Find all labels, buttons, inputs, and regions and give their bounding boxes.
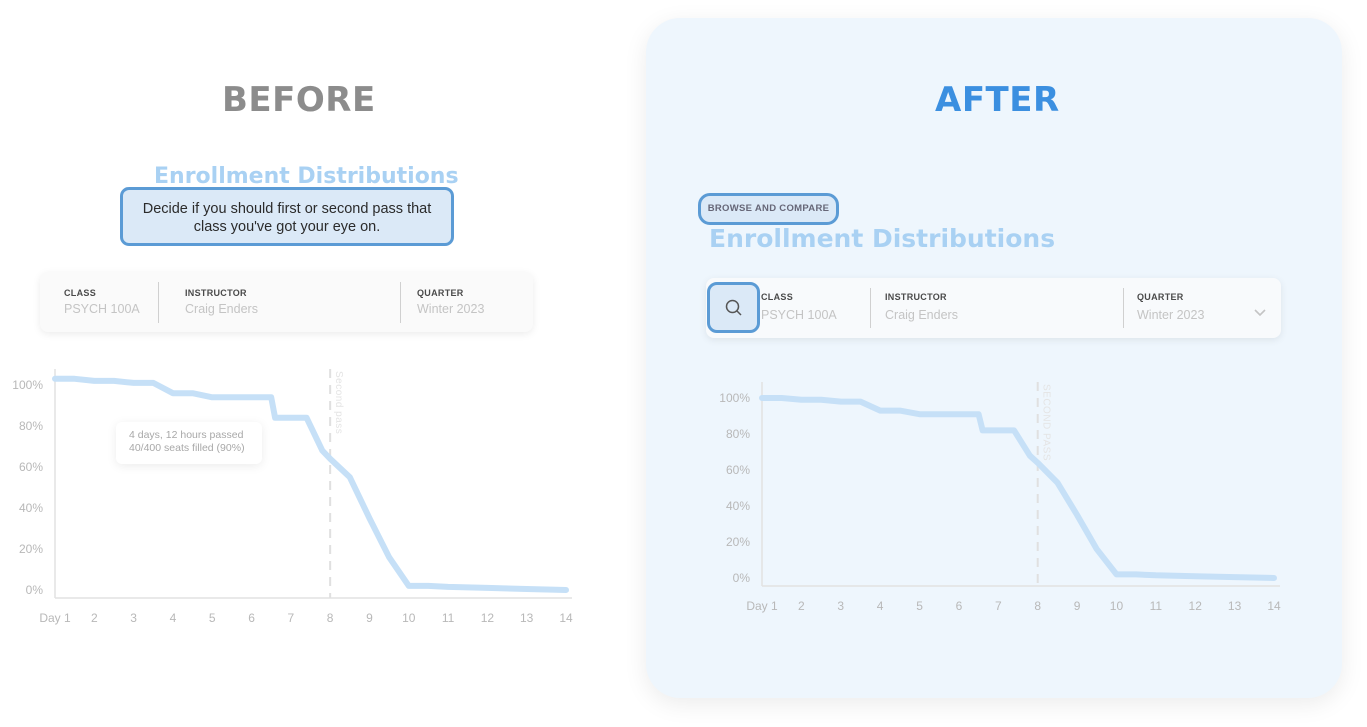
tooltip-seats: 40/400 seats filled (90%) <box>129 442 245 454</box>
instructor-field[interactable]: Craig Enders <box>885 308 958 322</box>
quarter-label: QUARTER <box>1137 292 1184 302</box>
x-tick-label: 6 <box>956 599 963 613</box>
y-tick-label: 20% <box>19 542 43 556</box>
x-tick-label: 13 <box>1228 599 1242 613</box>
filter-divider <box>870 288 871 328</box>
x-tick-label: 2 <box>798 599 805 613</box>
y-tick-label: 80% <box>19 419 43 433</box>
x-tick-label: Day 1 <box>746 599 778 613</box>
quarter-select[interactable]: Winter 2023 <box>1137 308 1204 322</box>
class-label: CLASS <box>761 292 794 302</box>
onboarding-callout: Decide if you should first or second pas… <box>120 187 454 246</box>
y-tick-label: 40% <box>726 499 750 513</box>
x-tick-label: 6 <box>248 611 255 625</box>
tooltip-time: 4 days, 12 hours passed <box>129 429 244 441</box>
instructor-field[interactable]: Craig Enders <box>185 302 258 316</box>
x-tick-label: 3 <box>837 599 844 613</box>
chevron-down-icon[interactable] <box>1253 308 1267 318</box>
x-tick-label: 2 <box>91 611 98 625</box>
second-pass-label: Second pass <box>333 371 344 434</box>
filter-divider <box>1123 288 1124 328</box>
x-tick-label: 5 <box>209 611 216 625</box>
y-tick-label: 100% <box>12 378 43 392</box>
search-button[interactable] <box>707 282 760 333</box>
y-tick-label: 60% <box>726 463 750 477</box>
x-tick-label: 4 <box>877 599 884 613</box>
x-tick-label: 9 <box>1074 599 1081 613</box>
before-enrollment-chart: 100% 80% 60% 40% 20% 0% Day 1 2 3 4 5 6 7 8 9 10 11 12 13 1… <box>12 369 573 625</box>
y-tick-label: 100% <box>719 391 750 405</box>
x-tick-label: 8 <box>1034 599 1041 613</box>
x-tick-label: 9 <box>366 611 373 625</box>
instructor-label: INSTRUCTOR <box>885 292 947 302</box>
class-label: CLASS <box>64 288 97 298</box>
x-tick-label: 10 <box>1110 599 1124 613</box>
x-tick-label: 4 <box>170 611 177 625</box>
x-tick-label: 11 <box>1150 599 1163 613</box>
x-tick-label: 12 <box>481 611 495 625</box>
quarter-field[interactable]: Winter 2023 <box>417 302 484 316</box>
search-icon <box>725 299 742 316</box>
x-tick-label: 14 <box>1267 599 1281 613</box>
y-tick-label: 80% <box>726 427 750 441</box>
enrollment-curve <box>759 395 1277 581</box>
before-heading: BEFORE <box>222 80 376 120</box>
before-enroll-title: Enrollment Distributions <box>154 164 459 189</box>
y-tick-label: 20% <box>726 535 750 549</box>
x-tick-label: 10 <box>402 611 416 625</box>
y-tick-label: 40% <box>19 501 43 515</box>
before-filter-bar: CLASS PSYCH 100A INSTRUCTOR Craig Enders… <box>40 272 533 332</box>
x-tick-label: Day 1 <box>39 611 71 625</box>
x-tick-label: 5 <box>916 599 923 613</box>
after-enroll-title: Enrollment Distributions <box>709 224 1056 253</box>
x-tick-label: 12 <box>1189 599 1203 613</box>
callout-line-1: Decide if you should first or second pas… <box>142 201 432 217</box>
y-tick-label: 0% <box>26 583 44 597</box>
quarter-label: QUARTER <box>417 288 464 298</box>
enrollment-curve <box>52 375 569 593</box>
after-enrollment-chart: 100% 80% 60% 40% 20% 0% Day 1 2 3 4 5 6 7 8 9 10 11 12 13 1… <box>719 382 1281 613</box>
class-field[interactable]: PSYCH 100A <box>64 302 140 316</box>
browse-compare-tag: BROWSE AND COMPARE <box>698 193 839 225</box>
filter-divider <box>400 282 401 323</box>
filter-divider <box>158 282 159 323</box>
class-field[interactable]: PSYCH 100A <box>761 308 837 322</box>
x-tick-label: 11 <box>442 611 455 625</box>
instructor-label: INSTRUCTOR <box>185 288 247 298</box>
x-tick-label: 8 <box>327 611 334 625</box>
callout-line-2: class you've got your eye on. <box>193 219 381 235</box>
x-tick-label: 13 <box>520 611 534 625</box>
x-tick-label: 3 <box>130 611 137 625</box>
chart-tooltip: 4 days, 12 hours passed 40/400 seats fil… <box>116 422 262 464</box>
x-tick-label: 7 <box>995 599 1002 613</box>
x-tick-label: 14 <box>559 611 573 625</box>
y-tick-label: 60% <box>19 460 43 474</box>
after-heading: AFTER <box>935 80 1060 120</box>
after-filter-bar: CLASS PSYCH 100A INSTRUCTOR Craig Enders… <box>706 278 1281 338</box>
second-pass-label: SECOND PASS <box>1041 384 1052 461</box>
y-tick-label: 0% <box>733 571 751 585</box>
x-tick-label: 7 <box>288 611 295 625</box>
